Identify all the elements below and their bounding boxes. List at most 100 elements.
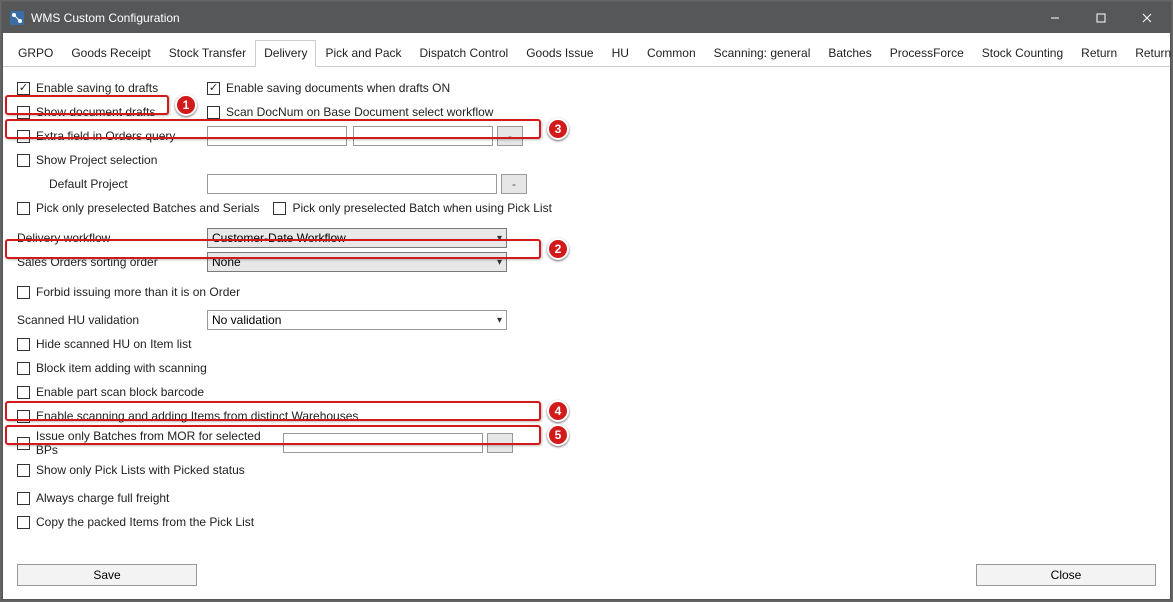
combo-scanned-hu-validation-value: No validation [212,313,281,327]
close-window-button[interactable] [1124,3,1170,33]
combo-sales-orders-sorting-order[interactable]: None ▾ [207,252,507,272]
tab-goods-issue[interactable]: Goods Issue [517,40,602,67]
tab-common[interactable]: Common [638,40,705,67]
checkbox-always-charge-full-freight[interactable]: Always charge full freight [17,491,169,505]
checkbox-enable-saving-docs-drafts-on[interactable]: Enable saving documents when drafts ON [207,81,450,95]
input-issue-only-batches-mor[interactable] [283,433,483,453]
tab-stock-counting[interactable]: Stock Counting [973,40,1072,67]
checkbox-icon [17,516,30,529]
input-default-project[interactable] [207,174,497,194]
tab-return-grpo[interactable]: Return GRPO [1126,40,1173,67]
checkbox-copy-packed-items-picklist[interactable]: Copy the packed Items from the Pick List [17,515,254,529]
minimize-button[interactable] [1032,3,1078,33]
form-content: Enable saving to drafts Enable saving do… [3,67,1170,557]
checkbox-icon [17,286,30,299]
label-copy-packed-items-picklist: Copy the packed Items from the Pick List [36,515,254,529]
checkbox-icon [17,154,30,167]
callout-badge-2: 2 [547,238,569,260]
tab-grpo[interactable]: GRPO [9,40,62,67]
checkbox-icon [17,130,30,143]
checkbox-icon [17,202,30,215]
checkbox-show-only-picklists-picked[interactable]: Show only Pick Lists with Picked status [17,463,245,477]
checkbox-enable-scanning-distinct-wh[interactable]: Enable scanning and adding Items from di… [17,409,358,423]
combo-scanned-hu-validation[interactable]: No validation ▾ [207,310,507,330]
label-pick-only-preselected-batches-serials: Pick only preselected Batches and Serial… [36,201,259,215]
checkbox-block-item-adding-scanning[interactable]: Block item adding with scanning [17,361,207,375]
combo-delivery-workflow[interactable]: Customer-Date Workflow ▾ [207,228,507,248]
window: WMS Custom Configuration GRPO Goods Rece… [2,2,1171,600]
footer: Save Close [3,557,1170,599]
input-extra-field-1[interactable] [207,126,347,146]
label-pick-only-preselected-batch-picklist: Pick only preselected Batch when using P… [292,201,551,215]
combo-delivery-workflow-value: Customer-Date Workflow [212,231,346,245]
tab-return[interactable]: Return [1072,40,1126,67]
tab-goods-receipt[interactable]: Goods Receipt [62,40,159,67]
checkbox-show-project-selection[interactable]: Show Project selection [17,153,157,167]
close-button[interactable]: Close [976,564,1156,586]
checkbox-icon [17,362,30,375]
checkbox-scan-docnum-base-doc[interactable]: Scan DocNum on Base Document select work… [207,105,493,119]
checkbox-icon [17,106,30,119]
callout-2: 2 [547,238,569,260]
checkbox-forbid-issuing-more[interactable]: Forbid issuing more than it is on Order [17,285,240,299]
maximize-button[interactable] [1078,3,1124,33]
checkbox-icon [17,464,30,477]
callout-4: 4 [547,400,569,422]
chevron-down-icon: ▾ [497,257,502,268]
callout-1: 1 [175,94,197,116]
checkbox-enable-saving-to-drafts[interactable]: Enable saving to drafts [17,81,207,95]
callout-badge-3: 3 [547,118,569,140]
label-enable-part-scan-block-barcode: Enable part scan block barcode [36,385,204,399]
label-hide-scanned-hu-item-list: Hide scanned HU on Item list [36,337,191,351]
pick-issue-only-batches-mor-button[interactable]: - [487,433,513,453]
label-always-charge-full-freight: Always charge full freight [36,491,169,505]
callout-badge-1: 1 [175,94,197,116]
label-show-document-drafts: Show document drafts [36,105,155,119]
checkbox-icon [17,437,30,450]
label-show-only-picklists-picked: Show only Pick Lists with Picked status [36,463,245,477]
checkbox-icon [17,338,30,351]
label-delivery-workflow: Delivery workflow [17,231,207,245]
checkbox-pick-only-preselected-batches-serials[interactable]: Pick only preselected Batches and Serial… [17,201,259,215]
checkbox-icon [17,410,30,423]
chevron-down-icon: ▾ [497,315,502,326]
callout-badge-5: 5 [547,424,569,446]
checkbox-icon [17,82,30,95]
callout-5: 5 [547,424,569,446]
checkbox-icon [207,106,220,119]
tab-hu[interactable]: HU [603,40,638,67]
input-extra-field-2[interactable] [353,126,493,146]
label-extra-field-orders-query: Extra field in Orders query [36,129,175,143]
checkbox-icon [207,82,220,95]
tab-pick-and-pack[interactable]: Pick and Pack [316,40,410,67]
checkbox-pick-only-preselected-batch-picklist[interactable]: Pick only preselected Batch when using P… [273,201,551,215]
save-button[interactable]: Save [17,564,197,586]
label-scanned-hu-validation: Scanned HU validation [17,313,207,327]
titlebar: WMS Custom Configuration [3,3,1170,33]
checkbox-enable-part-scan-block-barcode[interactable]: Enable part scan block barcode [17,385,204,399]
checkbox-icon [17,492,30,505]
callout-badge-4: 4 [547,400,569,422]
tab-processforce[interactable]: ProcessForce [881,40,973,67]
label-forbid-issuing-more: Forbid issuing more than it is on Order [36,285,240,299]
tab-scanning-general[interactable]: Scanning: general [705,40,820,67]
label-enable-saving-docs-drafts-on: Enable saving documents when drafts ON [226,81,450,95]
tab-dispatch-control[interactable]: Dispatch Control [411,40,518,67]
checkbox-extra-field-orders-query[interactable]: Extra field in Orders query [17,129,207,143]
tab-delivery[interactable]: Delivery [255,40,316,67]
checkbox-issue-only-batches-mor[interactable]: Issue only Batches from MOR for selected… [17,429,283,457]
label-show-project-selection: Show Project selection [36,153,157,167]
pick-default-project-button[interactable]: - [501,174,527,194]
tab-stock-transfer[interactable]: Stock Transfer [160,40,255,67]
tab-bar: GRPO Goods Receipt Stock Transfer Delive… [3,33,1170,67]
label-enable-scanning-distinct-wh: Enable scanning and adding Items from di… [36,409,358,423]
checkbox-icon [273,202,286,215]
label-block-item-adding-scanning: Block item adding with scanning [36,361,207,375]
window-title: WMS Custom Configuration [31,11,1032,25]
pick-extra-field-button[interactable]: - [497,126,523,146]
label-sales-orders-sorting-order: Sales Orders sorting order [17,255,207,269]
checkbox-hide-scanned-hu-item-list[interactable]: Hide scanned HU on Item list [17,337,191,351]
app-icon [9,10,25,26]
tab-batches[interactable]: Batches [819,40,880,67]
window-buttons [1032,3,1170,33]
